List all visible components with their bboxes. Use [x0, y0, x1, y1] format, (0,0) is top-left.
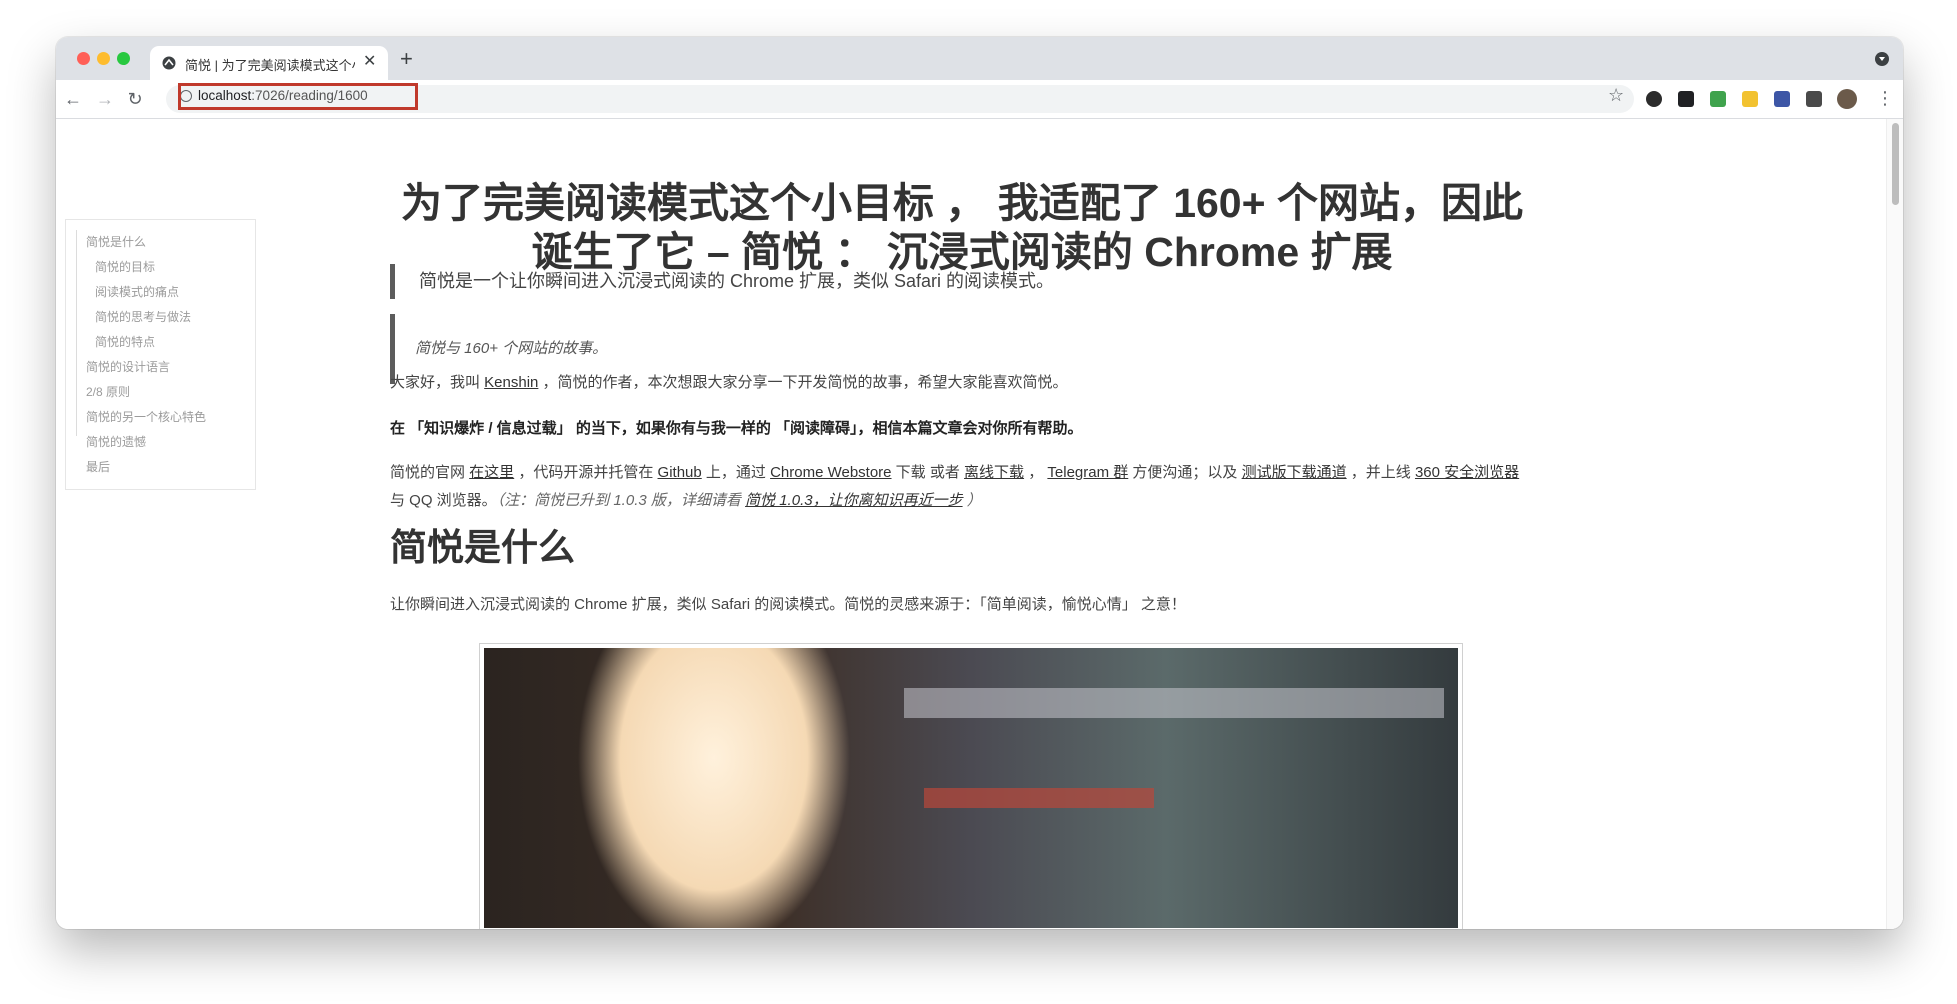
new-tab-button[interactable]: + [400, 46, 413, 72]
toolbar: ← → ↻ localhost:7026/reading/1600 ☆ ⋮ [56, 80, 1903, 119]
webstore-link[interactable]: Chrome Webstore [770, 464, 891, 481]
bold-text: 在 「知识爆炸 / 信息过载」 的当下，如果你有与我一样的 「阅读障碍」，相信本… [390, 420, 1083, 437]
tab-close-icon[interactable]: ✕ [363, 52, 376, 72]
profile-avatar[interactable] [1837, 89, 1857, 109]
github-link[interactable]: Github [658, 464, 702, 481]
reload-button[interactable]: ↻ [124, 88, 146, 110]
toc-item[interactable]: 简悦的特点 [95, 333, 155, 350]
browser-360-link[interactable]: 360 安全浏览器 [1415, 464, 1519, 481]
back-button[interactable]: ← [62, 88, 84, 110]
zoom-window-button[interactable] [117, 52, 130, 65]
toc-item[interactable]: 简悦的思考与做法 [95, 308, 191, 325]
browser-window: 简悦 | 为了完美阅读模式这个小目标 ✕ + ← → ↻ localhost:7… [56, 37, 1903, 929]
extension-icon-1[interactable] [1646, 91, 1662, 107]
section-heading: 简悦是什么 [390, 527, 575, 568]
note-suffix: ） [962, 492, 982, 509]
lead-blockquote: 简悦是一个让你瞬间进入沉浸式阅读的 Chrome 扩展，类似 Safari 的阅… [390, 264, 1534, 299]
release-note-link[interactable]: 简悦 1.0.3，让你离知识再近一步 [745, 492, 963, 509]
toc-item[interactable]: 简悦的设计语言 [86, 358, 170, 375]
intro-text: 大家好，我叫 [390, 374, 485, 391]
toc-item[interactable]: 简悦的目标 [95, 258, 155, 275]
lamp-bookshelf-image [484, 648, 1458, 928]
tab-active[interactable]: 简悦 | 为了完美阅读模式这个小目标 ✕ [150, 46, 388, 80]
article-figure [479, 643, 1463, 929]
extensions-puzzle-icon[interactable] [1806, 91, 1822, 107]
links-text: ，代码开源并托管在 [514, 464, 658, 481]
forward-button[interactable]: → [94, 88, 116, 110]
toc-item[interactable]: 简悦是什么 [86, 233, 146, 250]
extension-icon-5[interactable] [1774, 91, 1790, 107]
extension-icon-2[interactable] [1678, 91, 1694, 107]
intro-text-2: ，简悦的作者，本次想跟大家分享一下开发简悦的故事，希望大家能喜欢简悦。 [538, 374, 1068, 391]
toc-item[interactable]: 简悦的另一个核心特色 [86, 408, 206, 425]
bookmark-star-icon[interactable]: ☆ [1608, 85, 1624, 106]
toc-item[interactable]: 阅读模式的痛点 [95, 283, 179, 300]
links-text: ， [1024, 464, 1048, 481]
beta-download-link[interactable]: 测试版下载通道 [1242, 464, 1347, 481]
site-link[interactable]: 在这里 [469, 464, 514, 481]
table-of-contents: 简悦是什么 简悦的目标 阅读模式的痛点 简悦的思考与做法 简悦的特点 简悦的设计… [65, 219, 256, 490]
extension-icon-4[interactable] [1742, 91, 1758, 107]
tab-search-icon[interactable] [1875, 52, 1889, 66]
tab-strip: 简悦 | 为了完美阅读模式这个小目标 ✕ + [56, 37, 1903, 80]
links-text: 与 QQ 浏览器。 [390, 492, 497, 509]
note-prefix: （注：简悦已升到 1.0.3 版，详细请看 [496, 492, 746, 509]
links-text: 上，通过 [701, 464, 771, 481]
toc-item[interactable]: 2/8 原则 [86, 383, 130, 400]
telegram-link[interactable]: Telegram 群 [1047, 464, 1128, 481]
url-highlight-box [178, 83, 418, 110]
scrollbar-thumb[interactable] [1892, 123, 1899, 205]
minimize-window-button[interactable] [97, 52, 110, 65]
links-paragraph: 简悦的官网 在这里 ，代码开源并托管在 Github 上，通过 Chrome W… [390, 459, 1534, 515]
extension-icon-3[interactable] [1710, 91, 1726, 107]
intro-paragraph: 大家好，我叫 Kenshin ，简悦的作者，本次想跟大家分享一下开发简悦的故事，… [390, 369, 1534, 397]
article-title-line-1: 为了完美阅读模式这个小目标 ， 我适配了 160+ 个网站，因此 [401, 180, 1523, 226]
favicon-icon [162, 56, 176, 70]
what-paragraph: 让你瞬间进入沉浸式阅读的 Chrome 扩展，类似 Safari 的阅读模式。简… [390, 596, 1186, 613]
scrollbar[interactable] [1886, 119, 1903, 929]
links-text: 简悦的官网 [390, 464, 470, 481]
toc-item[interactable]: 简悦的遗憾 [86, 433, 146, 450]
close-window-button[interactable] [77, 52, 90, 65]
highlight-paragraph: 在 「知识爆炸 / 信息过载」 的当下，如果你有与我一样的 「阅读障碍」，相信本… [390, 415, 1534, 443]
toc-item[interactable]: 最后 [86, 458, 110, 475]
browser-menu-icon[interactable]: ⋮ [1876, 86, 1894, 110]
toc-divider [76, 230, 77, 436]
article-title: 为了完美阅读模式这个小目标 ， 我适配了 160+ 个网站，因此 诞生了它 – … [390, 179, 1534, 277]
links-text: ，并上线 [1346, 464, 1415, 481]
links-text: 下载 或者 [891, 464, 965, 481]
author-link[interactable]: Kenshin [484, 374, 538, 391]
offline-download-link[interactable]: 离线下载 [964, 464, 1024, 481]
note-text: （注：简悦已升到 1.0.3 版，详细请看 简悦 1.0.3，让你离知识再近一步… [497, 492, 982, 509]
links-text: 方便沟通；以及 [1128, 464, 1242, 481]
tab-title: 简悦 | 为了完美阅读模式这个小目标 [185, 58, 355, 72]
page-viewport[interactable]: 简悦是什么 简悦的目标 阅读模式的痛点 简悦的思考与做法 简悦的特点 简悦的设计… [56, 119, 1903, 929]
